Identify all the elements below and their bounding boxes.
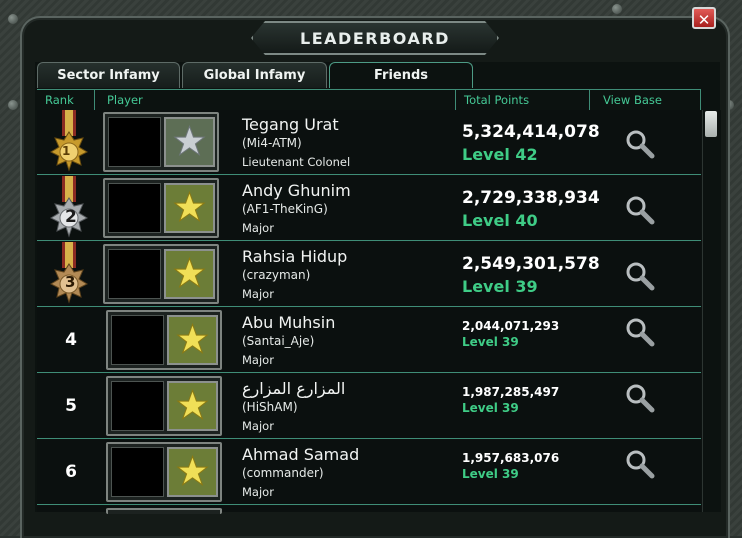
player-name: Tegang Urat xyxy=(242,115,339,134)
rank-number: 5 xyxy=(65,396,77,416)
total-points: 5,324,414,078 xyxy=(462,122,600,142)
gold-star-icon xyxy=(176,454,209,487)
silver-star-icon xyxy=(173,124,206,157)
rivet-icon xyxy=(8,14,18,24)
rivet-icon xyxy=(8,100,18,110)
player-rank-title: Major xyxy=(242,287,274,301)
view-base-magnifier-icon[interactable] xyxy=(625,383,655,413)
avatar xyxy=(108,117,161,167)
rank-number-2: 2 xyxy=(65,207,77,227)
rank-badge xyxy=(167,381,218,431)
player-level: Level 39 xyxy=(462,401,519,415)
window-title: LEADERBOARD xyxy=(300,28,450,48)
scrollbar[interactable] xyxy=(702,110,721,512)
rank-badge xyxy=(164,249,215,299)
player-level: Level 39 xyxy=(462,467,519,481)
view-base-magnifier-icon[interactable] xyxy=(625,261,655,291)
player-avatar-slot xyxy=(106,442,222,502)
player-alias: (commander) xyxy=(242,466,324,480)
tab-global-infamy[interactable]: Global Infamy xyxy=(182,62,327,88)
gold-star-icon xyxy=(176,322,209,355)
player-avatar-slot xyxy=(103,112,219,172)
scrollbar-thumb[interactable] xyxy=(705,111,717,137)
total-points: 2,549,301,578 xyxy=(462,254,600,274)
player-rank-title: Major xyxy=(242,221,274,235)
avatar xyxy=(111,381,164,431)
avatar xyxy=(108,249,161,299)
table-row: 3 Rahsia Hidup (crazyman) Major 2,549,30… xyxy=(37,242,701,307)
player-name: Ahmad Samad xyxy=(242,445,360,464)
table-row: 4 Abu Muhsin (Santai_Aje) Major 2,044,07… xyxy=(37,308,701,373)
column-header-view-base: View Base xyxy=(590,90,701,110)
player-avatar-slot xyxy=(106,310,222,370)
rank-number-3: 3 xyxy=(65,273,76,291)
view-base-magnifier-icon[interactable] xyxy=(625,195,655,225)
total-points: 1,957,683,076 xyxy=(462,451,560,465)
gold-star-icon xyxy=(176,388,209,421)
rank-badge xyxy=(167,447,218,497)
player-level: Level 39 xyxy=(462,277,538,296)
tab-friends[interactable]: Friends xyxy=(329,62,473,88)
table-row: 5 المزارع المزارع (HiShAM) Major 1,987,2… xyxy=(37,374,701,439)
player-level: Level 42 xyxy=(462,145,538,164)
rank-badge xyxy=(164,183,215,233)
view-base-magnifier-icon[interactable] xyxy=(625,129,655,159)
total-points: 2,044,071,293 xyxy=(462,319,560,333)
avatar xyxy=(111,315,164,365)
player-avatar-slot xyxy=(106,376,222,436)
player-level: Level 40 xyxy=(462,211,538,230)
table-header: Rank Player Total Points View Base xyxy=(37,89,701,111)
player-avatar-slot xyxy=(106,508,222,514)
rank-number: 6 xyxy=(65,462,77,482)
rank-badge xyxy=(164,117,215,167)
player-rank-title: Major xyxy=(242,485,274,499)
player-level: Level 39 xyxy=(462,335,519,349)
avatar xyxy=(108,183,161,233)
column-header-total-points: Total Points xyxy=(456,90,590,110)
avatar xyxy=(111,447,164,497)
view-base-magnifier-icon[interactable] xyxy=(625,317,655,347)
player-alias: (Santai_Aje) xyxy=(242,334,315,348)
column-header-rank: Rank xyxy=(37,90,95,110)
rank-number: 4 xyxy=(65,330,77,350)
column-header-player: Player xyxy=(95,90,456,110)
rivet-icon xyxy=(612,4,622,14)
close-button[interactable]: ✕ xyxy=(692,7,716,29)
player-alias: (HiShAM) xyxy=(242,400,298,414)
player-rank-title: Lieutenant Colonel xyxy=(242,155,351,169)
player-name: Rahsia Hidup xyxy=(242,247,348,266)
player-rank-title: Major xyxy=(242,419,274,433)
rank-badge xyxy=(167,315,218,365)
player-rank-title: Major xyxy=(242,353,274,367)
rank-number-1: 1 xyxy=(62,144,71,158)
player-name: Abu Muhsin xyxy=(242,313,336,332)
tab-sector-infamy[interactable]: Sector Infamy xyxy=(37,62,180,88)
table-row-partial xyxy=(37,506,701,514)
table-row: 1 Tegang Urat (Mi4-ATM) Lieutenant Colon… xyxy=(37,110,701,175)
view-base-magnifier-icon[interactable] xyxy=(625,449,655,479)
table-row: 2 Andy Ghunim (AF1-TheKinG) Major 2,729,… xyxy=(37,176,701,241)
player-name: المزارع المزارع xyxy=(242,379,346,398)
player-alias: (Mi4-ATM) xyxy=(242,136,302,150)
total-points: 2,729,338,934 xyxy=(462,188,600,208)
player-avatar-slot xyxy=(103,244,219,304)
player-alias: (AF1-TheKinG) xyxy=(242,202,328,216)
total-points: 1,987,285,497 xyxy=(462,385,560,399)
gold-star-icon xyxy=(173,190,206,223)
player-alias: (crazyman) xyxy=(242,268,311,282)
gold-medal-icon xyxy=(49,110,89,172)
gold-star-icon xyxy=(173,256,206,289)
player-avatar-slot xyxy=(103,178,219,238)
table-row: 6 Ahmad Samad (commander) Major 1,957,68… xyxy=(37,440,701,505)
player-name: Andy Ghunim xyxy=(242,181,351,200)
